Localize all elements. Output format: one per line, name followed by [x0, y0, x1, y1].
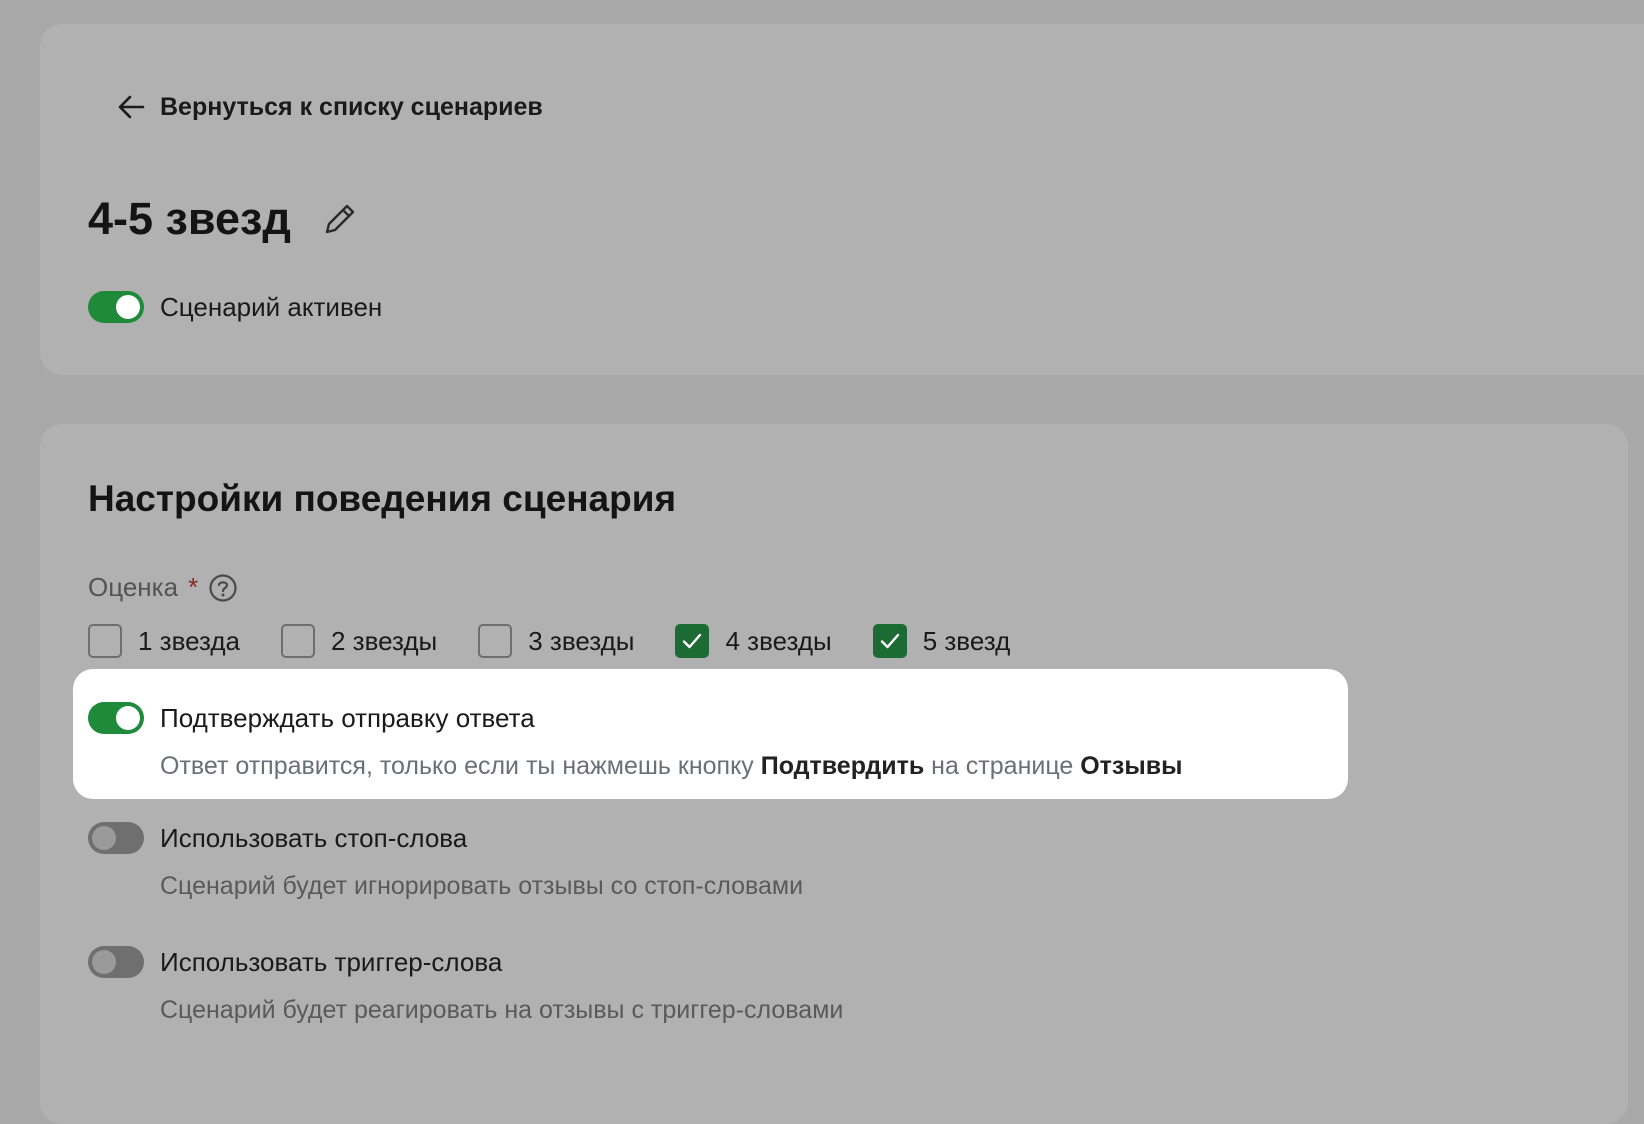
confirm-reply-option: Подтверждать отправку ответа Ответ отпра…	[88, 702, 1182, 781]
rating-option-1[interactable]: 1 звезда	[88, 624, 240, 658]
required-mark: *	[188, 572, 199, 602]
question-circle-icon[interactable]	[208, 573, 238, 603]
option-label: Использовать стоп-слова	[160, 822, 468, 853]
reviews-page-ref: Отзывы	[1080, 752, 1183, 780]
checkmark-icon	[880, 633, 899, 649]
section-title: Настройки поведения сценария	[88, 478, 677, 519]
arrow-left-icon	[118, 95, 145, 119]
confirm-button-ref: Подтвердить	[760, 752, 925, 780]
checkbox[interactable]	[88, 624, 122, 658]
option-description: Ответ отправится, только если ты нажмешь…	[160, 752, 1183, 780]
rating-checkbox-group: 1 звезда 2 звезды 3 звезды 4 звезды 5 зв…	[88, 624, 1051, 658]
rating-label: Оценка	[88, 572, 179, 602]
stop-words-toggle[interactable]	[88, 822, 144, 854]
rating-option-label: 5 звезд	[922, 625, 1011, 656]
checkbox[interactable]	[281, 624, 315, 658]
confirm-reply-toggle[interactable]	[88, 702, 144, 734]
option-description: Сценарий будет реагировать на отзывы с т…	[160, 996, 844, 1024]
back-to-scenarios-link[interactable]: Вернуться к списку сценариев	[116, 92, 543, 122]
checkmark-icon	[683, 633, 702, 649]
checkbox[interactable]	[675, 624, 710, 658]
pencil-icon[interactable]	[319, 199, 359, 239]
stop-words-option: Использовать стоп-слова Сценарий будет и…	[88, 822, 803, 901]
option-label: Подтверждать отправку ответа	[160, 702, 535, 733]
rating-option-label: 4 звезды	[725, 625, 832, 656]
checkbox[interactable]	[872, 624, 907, 658]
option-description: Сценарий будет игнорировать отзывы со ст…	[160, 872, 804, 900]
trigger-words-option: Использовать триггер-слова Сценарий буде…	[88, 946, 843, 1025]
trigger-words-toggle[interactable]	[88, 946, 144, 978]
rating-option-label: 1 звезда	[138, 625, 240, 656]
rating-option-4[interactable]: 4 звезды	[675, 624, 832, 658]
checkbox[interactable]	[478, 624, 513, 658]
rating-option-label: 2 звезды	[331, 625, 438, 656]
scenario-active-label: Сценарий активен	[160, 291, 383, 322]
back-link-label: Вернуться к списку сценариев	[160, 92, 543, 121]
page-title: 4-5 звезд	[88, 193, 291, 244]
rating-option-3[interactable]: 3 звезды	[478, 624, 634, 658]
rating-option-2[interactable]: 2 звезды	[281, 624, 437, 658]
scenario-active-toggle[interactable]	[88, 291, 144, 323]
rating-option-label: 3 звезды	[528, 625, 635, 656]
option-label: Использовать триггер-слова	[160, 946, 503, 977]
rating-option-5[interactable]: 5 звезд	[872, 624, 1011, 658]
